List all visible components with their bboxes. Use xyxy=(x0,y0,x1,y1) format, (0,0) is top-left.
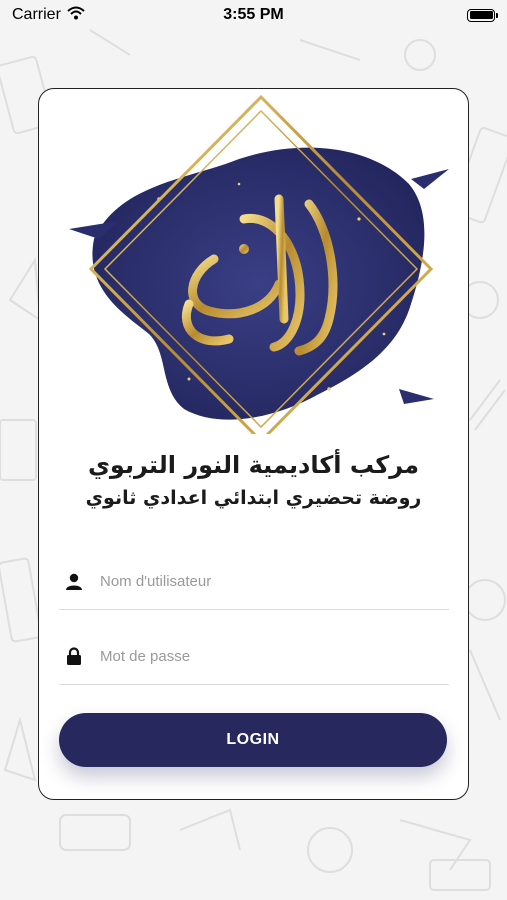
carrier-label: Carrier xyxy=(12,6,61,23)
login-button[interactable]: LOGIN xyxy=(59,713,447,767)
login-card: مركب أكاديمية النور التربوي روضة تحضيري … xyxy=(38,88,469,800)
user-icon xyxy=(63,571,85,593)
username-input[interactable] xyxy=(100,573,449,590)
academy-title: مركب أكاديمية النور التربوي xyxy=(87,451,420,479)
status-left: Carrier xyxy=(12,6,85,25)
academy-subtitle: روضة تحضيري ابتدائي اعدادي ثانوي xyxy=(85,487,422,509)
password-input[interactable] xyxy=(100,648,449,665)
password-field[interactable] xyxy=(59,629,449,685)
status-bar: Carrier 3:55 PM xyxy=(0,0,507,30)
academy-logo xyxy=(69,94,449,434)
username-field[interactable] xyxy=(59,554,449,610)
battery-icon xyxy=(467,8,498,22)
wifi-icon xyxy=(67,6,85,25)
lock-icon xyxy=(63,646,85,668)
